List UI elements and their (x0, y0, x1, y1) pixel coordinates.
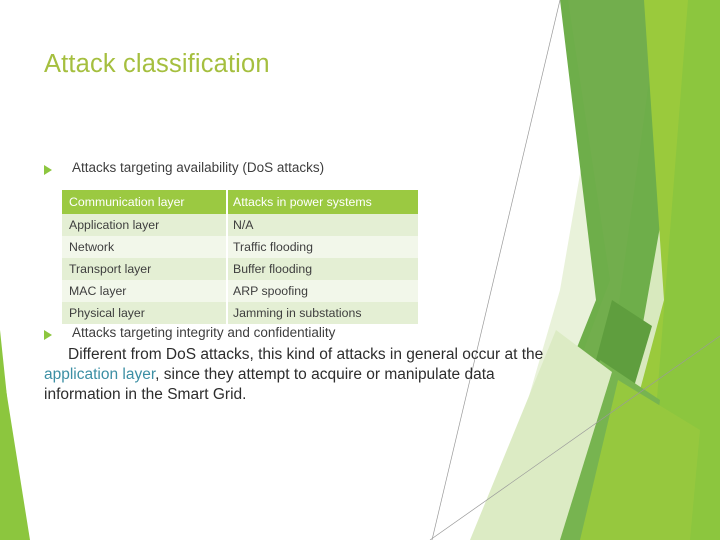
bullet-item-integrity-confidentiality: Attacks targeting integrity and confiden… (44, 325, 336, 341)
table-cell-layer: Physical layer (62, 302, 226, 324)
table-row: MAC layer ARP spoofing (62, 280, 418, 302)
table-cell-layer: MAC layer (62, 280, 226, 302)
body-paragraph: Different from DoS attacks, this kind of… (44, 345, 544, 404)
deco-shape-right-lower-bright (580, 380, 700, 540)
deco-shape-right-bright-1 (600, 0, 720, 540)
table-row: Physical layer Jamming in substations (62, 302, 418, 324)
deco-shape-right-mid-green (512, 0, 660, 540)
bullet-label: Attacks targeting integrity and confiden… (72, 325, 336, 340)
deco-shape-right-dark-green (500, 0, 700, 540)
deco-shape-bottom-left-wedge-2 (0, 352, 30, 540)
presentation-slide: Attack classification Attacks targeting … (0, 0, 720, 540)
table-cell-attack: Buffer flooding (226, 258, 418, 280)
table-cell-attack: Traffic flooding (226, 236, 418, 258)
table-row: Application layer N/A (62, 214, 418, 236)
table-cell-layer: Transport layer (62, 258, 226, 280)
triangle-right-icon (44, 165, 52, 175)
table-cell-layer: Application layer (62, 214, 226, 236)
table-cell-attack: N/A (226, 214, 418, 236)
table-header-row: Communication layer Attacks in power sys… (62, 190, 418, 214)
attack-classification-table: Communication layer Attacks in power sys… (62, 190, 418, 324)
table-cell-layer: Network (62, 236, 226, 258)
table-header-attacks-in-power-systems: Attacks in power systems (226, 190, 418, 214)
deco-hairline-upper (431, 0, 561, 540)
paragraph-highlight-application-layer: application layer (44, 365, 156, 383)
deco-shape-right-pale-1 (487, 0, 720, 540)
paragraph-part-1: Different from DoS attacks, this kind of… (68, 346, 544, 363)
page-title: Attack classification (44, 50, 270, 78)
deco-shape-right-bright-2 (646, 0, 720, 540)
bullet-item-availability: Attacks targeting availability (DoS atta… (44, 160, 325, 176)
table-cell-attack: Jamming in substations (226, 302, 418, 324)
table-header-communication-layer: Communication layer (62, 190, 226, 214)
deco-shape-bottom-left-wedge (0, 330, 22, 540)
bullet-label: Attacks targeting availability (DoS atta… (72, 160, 325, 175)
deco-shape-right-deep-green (596, 300, 652, 400)
table-cell-attack: ARP spoofing (226, 280, 418, 302)
table-row: Transport layer Buffer flooding (62, 258, 418, 280)
table-row: Network Traffic flooding (62, 236, 418, 258)
triangle-right-icon (44, 330, 52, 340)
deco-shape-right-pale-2 (540, 0, 720, 540)
